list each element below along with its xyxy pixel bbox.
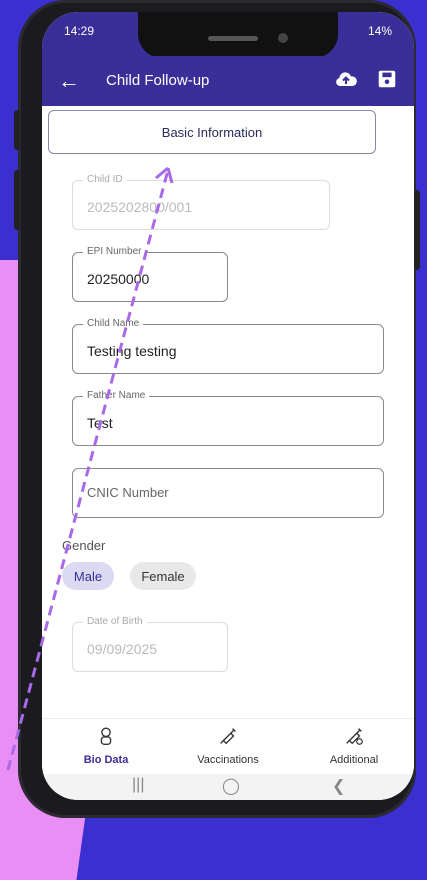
- back-nav-icon[interactable]: ❮: [332, 776, 345, 796]
- status-battery: 14%: [367, 24, 392, 38]
- app-bar: ← Child Follow-up: [42, 56, 414, 106]
- power-button: [414, 190, 420, 270]
- gender-male-chip[interactable]: Male: [62, 562, 114, 590]
- nav-bio-data[interactable]: Bio Data: [56, 725, 156, 766]
- phone-screen: 14:29 14% ← Child Follow-up Basic Inform…: [42, 12, 414, 800]
- volume-button: [14, 170, 20, 230]
- system-navigation: ||| ◯ ❮: [42, 774, 414, 800]
- father-name-field[interactable]: Father Name Test: [72, 390, 384, 446]
- bottom-navigation: Bio Data Vaccinations Additional: [42, 718, 414, 775]
- camera-notch: [138, 12, 338, 58]
- volume-button: [14, 110, 20, 150]
- nav-vaccinations[interactable]: Vaccinations: [178, 725, 278, 766]
- arrow-back-icon[interactable]: ←: [58, 68, 80, 94]
- home-icon[interactable]: ◯: [222, 776, 240, 796]
- nav-additional[interactable]: Additional: [304, 725, 404, 766]
- baby-icon: [100, 727, 112, 745]
- cnic-field[interactable]: CNIC Number: [72, 468, 384, 518]
- status-time: 14:29: [64, 24, 95, 38]
- page-title: Child Follow-up: [106, 72, 210, 89]
- child-name-field[interactable]: Child Name Testing testing: [72, 318, 384, 374]
- gender-label: Gender: [62, 538, 106, 553]
- gender-female-chip[interactable]: Female: [130, 562, 196, 590]
- epi-number-field[interactable]: EPI Number 20250000: [72, 246, 228, 302]
- syringe-settings-icon: [346, 728, 363, 745]
- basic-information-button[interactable]: Basic Information: [48, 110, 376, 154]
- recent-apps-icon[interactable]: |||: [132, 776, 144, 794]
- date-of-birth-field: Date of Birth 09/09/2025: [72, 616, 228, 672]
- cloud-upload-icon[interactable]: [334, 68, 358, 92]
- syringe-icon: [220, 728, 236, 745]
- save-icon[interactable]: [376, 68, 398, 90]
- child-id-field: Child ID 2025202800/001: [72, 174, 330, 230]
- phone-frame: 14:29 14% ← Child Follow-up Basic Inform…: [14, 0, 420, 818]
